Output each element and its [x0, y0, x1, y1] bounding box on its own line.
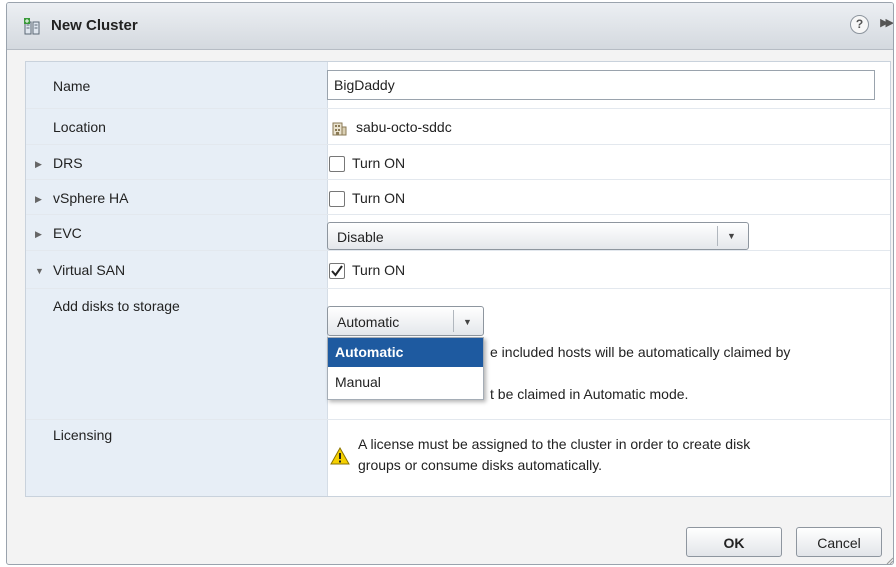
row-separator	[26, 250, 890, 251]
dropdown-option-manual[interactable]: Manual	[328, 368, 483, 397]
vsphere-ha-toggle-label[interactable]: Turn ON	[352, 190, 405, 206]
expand-icon[interactable]: ▶▶	[880, 16, 893, 29]
location-value: sabu-octo-sddc	[356, 119, 452, 135]
row-separator	[26, 108, 890, 109]
licensing-warning-line2: groups or consume disks automatically.	[358, 457, 603, 473]
cluster-form	[25, 61, 891, 497]
row-separator	[26, 288, 890, 289]
vsphere-ha-label[interactable]: vSphere HA	[53, 190, 128, 206]
add-disks-select[interactable]: Automatic ▼	[327, 306, 484, 336]
virtual-san-collapse-icon[interactable]: ▼	[35, 266, 44, 276]
ok-button[interactable]: OK	[686, 527, 782, 557]
row-separator	[26, 419, 890, 420]
evc-selected-value: Disable	[337, 229, 384, 245]
add-disks-label: Add disks to storage	[53, 298, 180, 314]
licensing-warning-line1: A license must be assigned to the cluste…	[358, 436, 751, 452]
vsphere-ha-expand-icon[interactable]: ▶	[35, 194, 42, 205]
select-divider	[453, 310, 454, 332]
vsphere-ha-checkbox[interactable]	[329, 191, 345, 207]
warning-icon	[330, 447, 350, 465]
add-disks-description-line2: t be claimed in Automatic mode.	[490, 386, 689, 402]
drs-checkbox[interactable]	[329, 156, 345, 172]
row-separator	[26, 144, 890, 145]
add-disks-dropdown-menu: Automatic Manual	[327, 337, 484, 400]
cluster-name-input[interactable]	[327, 70, 875, 100]
drs-toggle-label[interactable]: Turn ON	[352, 155, 405, 171]
dialog-titlebar: New Cluster ? ▶▶	[7, 3, 893, 50]
cluster-icon	[24, 18, 40, 35]
evc-select[interactable]: Disable ▼	[327, 222, 749, 250]
drs-label[interactable]: DRS	[53, 155, 83, 171]
dropdown-option-automatic[interactable]: Automatic	[328, 338, 483, 367]
resize-grip-icon[interactable]	[884, 555, 894, 565]
chevron-down-icon: ▼	[727, 231, 736, 241]
row-separator	[26, 179, 890, 180]
select-divider	[717, 226, 718, 246]
virtual-san-label[interactable]: Virtual SAN	[53, 262, 125, 278]
drs-expand-icon[interactable]: ▶	[35, 159, 42, 170]
add-disks-description-line1: e included hosts will be automatically c…	[490, 344, 791, 360]
evc-expand-icon[interactable]: ▶	[35, 229, 42, 240]
evc-label[interactable]: EVC	[53, 225, 82, 241]
virtual-san-checkbox[interactable]	[329, 263, 345, 279]
checkmark-icon	[331, 265, 343, 277]
name-label: Name	[53, 78, 91, 94]
virtual-san-toggle-label[interactable]: Turn ON	[352, 262, 405, 278]
row-separator	[26, 214, 890, 215]
licensing-label: Licensing	[53, 427, 113, 443]
dialog-title: New Cluster	[51, 17, 138, 34]
datacenter-icon	[332, 122, 347, 136]
location-label: Location	[53, 119, 106, 135]
chevron-down-icon: ▼	[463, 317, 472, 327]
cancel-button[interactable]: Cancel	[796, 527, 882, 557]
help-icon[interactable]: ?	[850, 15, 869, 34]
add-disks-selected-value: Automatic	[337, 314, 400, 330]
